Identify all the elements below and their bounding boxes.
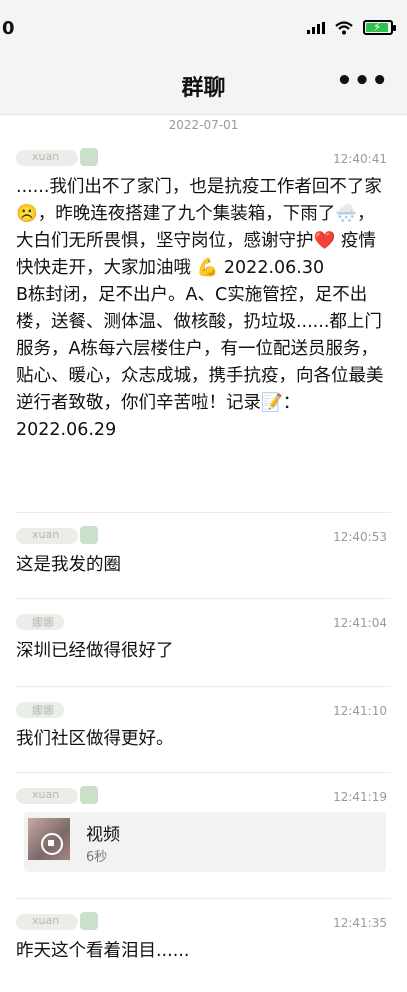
divider — [16, 898, 391, 899]
sender-name: xuan — [32, 914, 60, 927]
video-play-icon — [41, 833, 63, 855]
message-text[interactable]: 我们社区做得更好。 — [0, 722, 407, 753]
message-time: 12:40:53 — [333, 530, 387, 544]
more-button[interactable]: ••• — [336, 66, 389, 96]
divider — [16, 686, 391, 687]
message-text[interactable]: ......我们出不了家门，也是抗疫工作者回不了家☹️，昨晚连夜搭建了九个集装箱… — [0, 170, 407, 444]
message-time: 12:41:19 — [333, 790, 387, 804]
sender-name: 娜娜 — [32, 704, 54, 717]
divider — [16, 598, 391, 599]
message: 娜娜 12:41:04 深圳已经做得很好了 — [0, 610, 407, 665]
message-time: 12:41:04 — [333, 616, 387, 630]
nav-bar: 群聊 ••• — [0, 52, 407, 115]
wifi-icon — [335, 20, 353, 34]
message-text[interactable]: 这是我发的圈 — [0, 548, 407, 579]
divider — [16, 512, 391, 513]
status-time: 0 — [2, 18, 15, 39]
divider — [16, 772, 391, 773]
video-duration: 6秒 — [86, 850, 108, 865]
sender-name: xuan — [32, 528, 60, 541]
battery-icon: ⚡ — [363, 20, 396, 35]
message-time: 12:41:10 — [333, 704, 387, 718]
video-title: 视频 — [86, 825, 120, 845]
video-thumbnail[interactable] — [28, 818, 70, 860]
message-time: 12:41:35 — [333, 916, 387, 930]
sender-name: 娜娜 — [32, 616, 54, 629]
status-bar: 0 ⚡ — [0, 0, 407, 52]
message: 娜娜 12:41:10 我们社区做得更好。 — [0, 698, 407, 753]
message-text[interactable]: 昨天这个看着泪目...... — [0, 934, 407, 965]
message: xuan 12:41:35 昨天这个看着泪目...... — [0, 910, 407, 965]
message: xuan 12:40:53 这是我发的圈 — [0, 524, 407, 579]
status-icons: ⚡ — [307, 20, 396, 35]
message-text[interactable]: 深圳已经做得很好了 — [0, 634, 407, 665]
sender-name: xuan — [32, 788, 60, 801]
sender-name: xuan — [32, 150, 60, 163]
video-card[interactable]: 视频 6秒 — [24, 812, 386, 872]
date-divider: 2022-07-01 — [168, 118, 239, 132]
signal-icon — [307, 21, 325, 34]
message: xuan 12:41:19 — [0, 784, 407, 808]
message-time: 12:40:41 — [333, 152, 387, 166]
message: xuan 12:40:41 ......我们出不了家门，也是抗疫工作者回不了家☹… — [0, 146, 407, 444]
